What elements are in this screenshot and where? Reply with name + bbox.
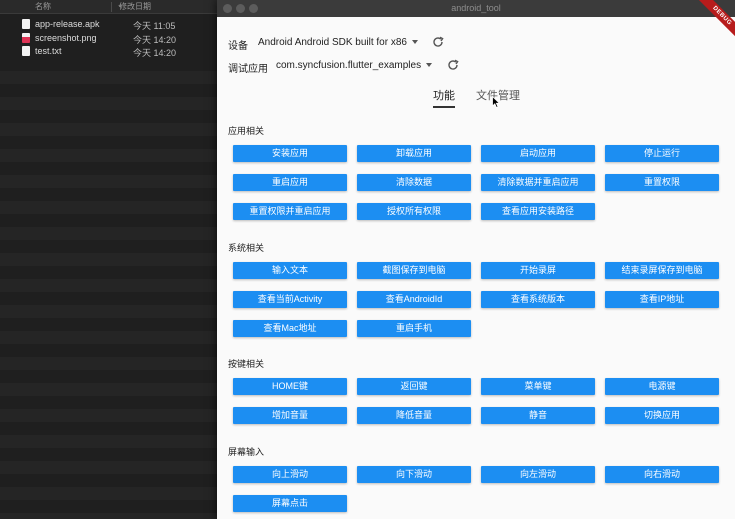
action-button[interactable]: 启动应用 (481, 145, 595, 162)
refresh-app-icon[interactable] (446, 58, 460, 72)
window-title: android_tool (451, 3, 501, 13)
app-window: android_tool DEBUG 设备 Android Android SD… (217, 0, 735, 519)
action-button[interactable]: 重启手机 (357, 320, 471, 337)
app-label: 调试应用 (228, 64, 268, 75)
file-icon (22, 19, 30, 29)
active-tab-indicator (433, 106, 455, 108)
finder-column-date[interactable]: 修改日期 (119, 1, 151, 12)
action-button[interactable]: 查看应用安装路径 (481, 203, 595, 220)
section-title: 应用相关 (228, 126, 265, 136)
action-button[interactable]: 向下滑动 (357, 466, 471, 483)
column-separator (111, 2, 112, 12)
action-button[interactable]: 电源键 (605, 378, 719, 395)
title-bar[interactable]: android_tool (217, 0, 735, 17)
action-button[interactable]: 增加音量 (233, 407, 347, 424)
action-button[interactable]: 查看Mac地址 (233, 320, 347, 337)
action-button[interactable]: 静音 (481, 407, 595, 424)
device-select[interactable]: Android Android SDK built for x86 (258, 37, 418, 48)
mouse-cursor-icon (492, 96, 500, 108)
refresh-device-icon[interactable] (431, 35, 445, 49)
action-button[interactable]: 授权所有权限 (357, 203, 471, 220)
action-button[interactable]: 清除数据并重启应用 (481, 174, 595, 191)
action-button[interactable]: 重置权限 (605, 174, 719, 191)
action-button[interactable]: 输入文本 (233, 262, 347, 279)
action-button[interactable]: 降低音量 (357, 407, 471, 424)
action-button[interactable]: 返回键 (357, 378, 471, 395)
image-file-icon (22, 33, 30, 43)
action-button[interactable]: 安装应用 (233, 145, 347, 162)
action-button[interactable]: 向上滑动 (233, 466, 347, 483)
finder-column-name[interactable]: 名称 (35, 1, 51, 12)
file-name: screenshot.png (35, 33, 97, 43)
action-button[interactable]: 向左滑动 (481, 466, 595, 483)
action-button[interactable]: 查看IP地址 (605, 291, 719, 308)
device-label: 设备 (228, 41, 248, 52)
action-button[interactable]: HOME键 (233, 378, 347, 395)
section-title: 屏幕输入 (228, 447, 265, 457)
action-button[interactable]: 开始录屏 (481, 262, 595, 279)
file-date: 今天 11:05 (133, 21, 176, 31)
device-select-value: Android Android SDK built for x86 (258, 37, 407, 48)
action-button[interactable]: 查看AndroidId (357, 291, 471, 308)
action-button[interactable]: 重启应用 (233, 174, 347, 191)
tab-functions[interactable]: 功能 (433, 87, 455, 103)
file-icon (22, 46, 30, 56)
file-name: app-release.apk (35, 19, 100, 29)
action-button[interactable]: 截图保存到电脑 (357, 262, 471, 279)
action-button[interactable]: 查看当前Activity (233, 291, 347, 308)
action-button[interactable]: 菜单键 (481, 378, 595, 395)
app-select-value: com.syncfusion.flutter_examples (276, 60, 422, 71)
dropdown-caret-icon (411, 40, 418, 45)
app-select[interactable]: com.syncfusion.flutter_examples (276, 60, 433, 71)
action-button[interactable]: 向右滑动 (605, 466, 719, 483)
dropdown-caret-icon (426, 63, 433, 68)
action-button[interactable]: 结束录屏保存到电脑 (605, 262, 719, 279)
action-button[interactable]: 切换应用 (605, 407, 719, 424)
action-button[interactable]: 停止运行 (605, 145, 719, 162)
action-button[interactable]: 卸载应用 (357, 145, 471, 162)
section-title: 系统相关 (228, 243, 265, 253)
action-button[interactable]: 查看系统版本 (481, 291, 595, 308)
action-button[interactable]: 屏幕点击 (233, 495, 347, 512)
section-title: 按键相关 (228, 359, 265, 369)
action-button[interactable]: 清除数据 (357, 174, 471, 191)
file-name: test.txt (35, 46, 62, 56)
action-button[interactable]: 重置权限并重启应用 (233, 203, 347, 220)
